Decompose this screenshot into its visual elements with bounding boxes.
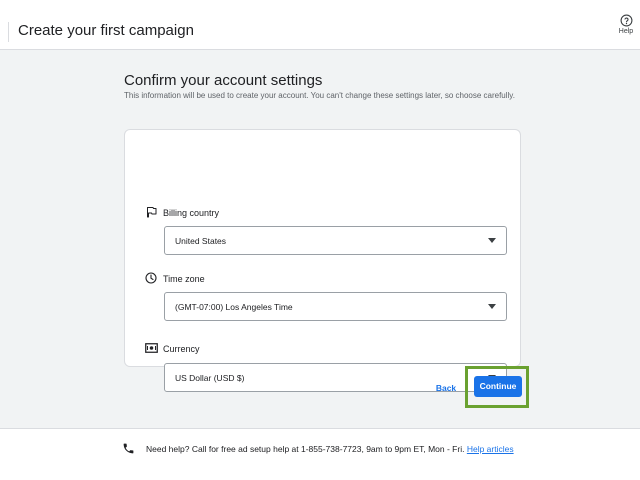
billing-country-value: United States (175, 236, 227, 246)
section-heading: Confirm your account settings (124, 72, 323, 89)
header-divider (8, 22, 9, 42)
help-icon (620, 14, 632, 27)
help-footer: Need help? Call for free ad setup help a… (0, 428, 640, 480)
flag-icon (147, 207, 157, 218)
help-label: Help (618, 28, 634, 35)
billing-country-select[interactable]: United States (164, 226, 507, 255)
section-description: This information will be used to create … (124, 91, 515, 100)
back-button[interactable]: Back (430, 379, 462, 397)
phone-icon (123, 443, 134, 454)
money-icon (145, 343, 158, 353)
dropdown-arrow-icon (488, 238, 496, 243)
dropdown-arrow-icon (488, 304, 496, 309)
help-button[interactable]: Help (612, 14, 640, 44)
currency-label: Currency (163, 344, 200, 354)
help-articles-link[interactable]: Help articles (467, 444, 514, 454)
top-header: Create your first campaign Help (0, 0, 640, 50)
time-zone-value: (GMT-07:00) Los Angeles Time (175, 302, 293, 312)
time-zone-select[interactable]: (GMT-07:00) Los Angeles Time (164, 292, 507, 321)
currency-value: US Dollar (USD $) (175, 373, 245, 383)
page-title: Create your first campaign (18, 22, 194, 39)
help-text: Need help? Call for free ad setup help a… (146, 444, 465, 454)
time-zone-label: Time zone (163, 274, 205, 284)
billing-country-label: Billing country (163, 208, 220, 218)
settings-card: Billing country United States Time zone … (124, 129, 521, 392)
main-content: Confirm your account settings This infor… (0, 50, 640, 428)
continue-button[interactable]: Continue (474, 376, 522, 397)
clock-icon (145, 272, 157, 284)
help-message: Need help? Call for free ad setup help a… (146, 443, 514, 455)
